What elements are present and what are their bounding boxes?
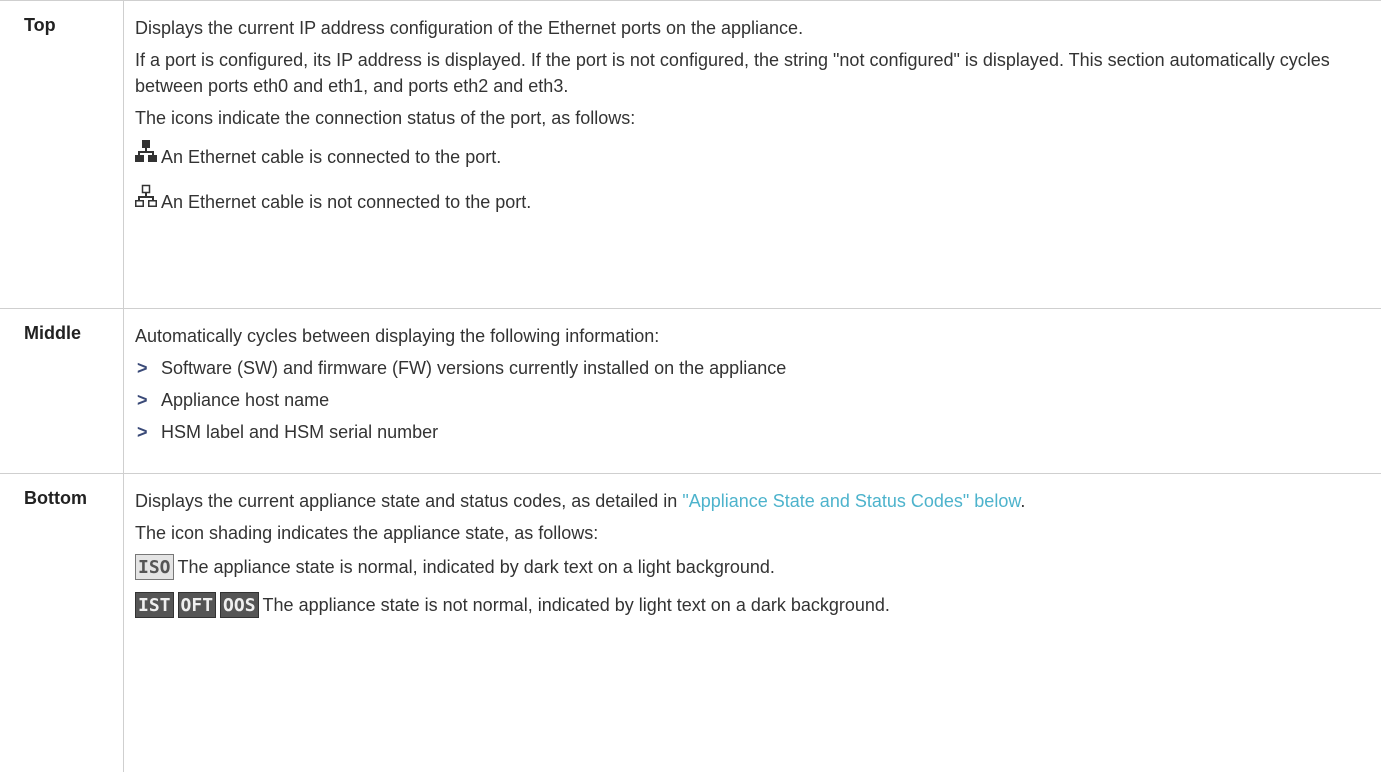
list-item: > Software (SW) and firmware (FW) versio…: [135, 355, 1371, 381]
row-content-top: Displays the current IP address configur…: [135, 15, 1371, 221]
column-divider: [123, 1, 124, 308]
appliance-state-link[interactable]: "Appliance State and Status Codes" below: [682, 491, 1020, 511]
bullet-marker: >: [137, 422, 148, 442]
status-table: Top Displays the current IP address conf…: [0, 0, 1381, 772]
iso-status-icon: ISO: [135, 554, 174, 580]
normal-state-text: The appliance state is normal, indicated…: [177, 557, 775, 577]
abnormal-state-text: The appliance state is not normal, indic…: [262, 595, 890, 615]
bullet-marker: >: [137, 358, 148, 378]
top-port-config-text: If a port is configured, its IP address …: [135, 50, 1330, 96]
table-row-middle: Middle Automatically cycles between disp…: [0, 308, 1381, 473]
list-item: > Appliance host name: [135, 387, 1371, 413]
disconnected-item: An Ethernet cable is not connected to th…: [135, 184, 1371, 215]
row-content-bottom: Displays the current appliance state and…: [135, 488, 1341, 624]
column-divider: [123, 309, 124, 473]
abnormal-state-item: IST OFT OOS The appliance state is not n…: [135, 592, 1341, 618]
list-item-text: Software (SW) and firmware (FW) versions…: [161, 358, 787, 378]
bottom-description-text: Displays the current appliance state and…: [135, 491, 683, 511]
bullet-marker: >: [137, 390, 148, 410]
row-content-middle: Automatically cycles between displaying …: [135, 323, 1371, 451]
ist-status-icon: IST: [135, 592, 174, 618]
column-divider: [123, 474, 124, 772]
top-icons-intro: The icons indicate the connection status…: [135, 108, 636, 128]
bottom-description: Displays the current appliance state and…: [135, 488, 1341, 514]
middle-description: Automatically cycles between displaying …: [135, 326, 660, 346]
table-row-top: Top Displays the current IP address conf…: [0, 0, 1381, 308]
row-header-bottom: Bottom: [24, 488, 87, 508]
top-description: Displays the current IP address configur…: [135, 18, 804, 38]
oft-status-icon: OFT: [177, 592, 217, 618]
connected-text: An Ethernet cable is connected to the po…: [161, 147, 502, 167]
table-row-bottom: Bottom Displays the current appliance st…: [0, 473, 1381, 772]
connected-item: An Ethernet cable is connected to the po…: [135, 139, 1371, 170]
list-item: > HSM label and HSM serial number: [135, 419, 1371, 445]
normal-state-item: ISO The appliance state is normal, indic…: [135, 554, 1341, 580]
bottom-icons-intro: The icon shading indicates the appliance…: [135, 523, 599, 543]
row-header-top: Top: [24, 15, 56, 35]
network-disconnected-icon: [135, 184, 157, 215]
bottom-description-end: .: [1020, 491, 1026, 511]
row-header-middle: Middle: [24, 323, 81, 343]
network-connected-icon: [135, 139, 157, 170]
list-item-text: HSM label and HSM serial number: [161, 422, 439, 442]
oos-status-icon: OOS: [220, 592, 259, 618]
list-item-text: Appliance host name: [161, 390, 330, 410]
disconnected-text: An Ethernet cable is not connected to th…: [161, 192, 532, 212]
